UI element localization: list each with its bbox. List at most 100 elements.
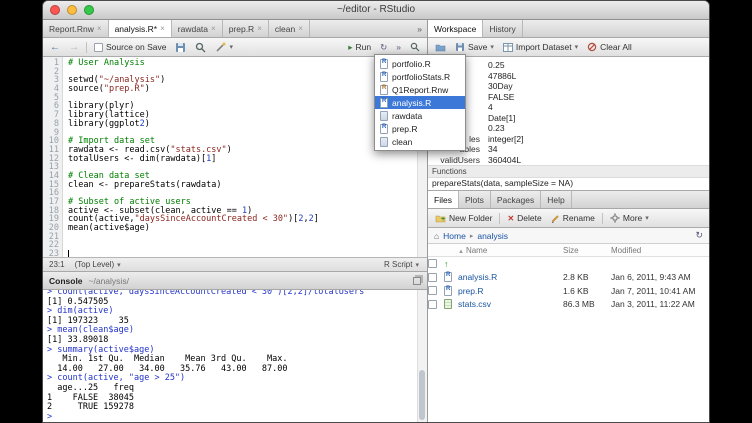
- close-tab-icon[interactable]: ×: [211, 24, 216, 33]
- workspace-row[interactable]: 30Day: [428, 81, 709, 92]
- tab-label: analysis.R*: [115, 24, 158, 34]
- breadcrumb-current[interactable]: analysis: [477, 231, 508, 241]
- zoom-button[interactable]: [84, 5, 94, 15]
- workspace-row[interactable]: 4: [428, 102, 709, 113]
- clear-all-label: Clear All: [600, 42, 632, 52]
- workspace-row[interactable]: FALSE: [428, 92, 709, 103]
- console-header[interactable]: Console ~/analysis/: [43, 271, 427, 290]
- workspace-row[interactable]: 0.25: [428, 60, 709, 71]
- tab-workspace[interactable]: Workspace: [428, 20, 483, 37]
- scrollbar-thumb[interactable]: [419, 370, 425, 420]
- tab-help[interactable]: Help: [541, 191, 571, 208]
- magic-wand-icon: [215, 42, 226, 53]
- run-button[interactable]: ▸ Run: [346, 41, 373, 54]
- function-entry[interactable]: prepareStats(data, sampleSize = NA): [428, 178, 709, 189]
- titlebar[interactable]: ~/editor - RStudio: [43, 1, 709, 20]
- clear-all-button[interactable]: Clear All: [585, 41, 634, 53]
- code-line[interactable]: [68, 250, 427, 257]
- row-checkbox[interactable]: [428, 273, 437, 282]
- tab-plots[interactable]: Plots: [459, 191, 491, 208]
- search-tabs-button[interactable]: [408, 41, 422, 53]
- save-button[interactable]: [173, 41, 188, 54]
- back-button[interactable]: ←: [48, 41, 62, 54]
- more-button[interactable]: More ▾: [608, 212, 651, 224]
- file-row[interactable]: analysis.R2.8 KBJan 6, 2011, 9:43 AM: [428, 271, 709, 285]
- code-line[interactable]: mean(active$age): [68, 224, 427, 233]
- close-tab-icon[interactable]: ×: [97, 24, 102, 33]
- console-pane[interactable]: > count(active,"daysSinceAccountCreated …: [43, 290, 427, 423]
- row-checkbox[interactable]: [428, 300, 437, 309]
- doc-type-selector[interactable]: R Script ▾: [382, 259, 421, 270]
- minimize-button[interactable]: [67, 5, 77, 15]
- r-file-icon: [380, 124, 388, 134]
- import-dataset-button[interactable]: Import Dataset ▾: [501, 41, 580, 53]
- popup-item-portfoliostats-r[interactable]: portfolioStats.R: [375, 70, 465, 83]
- code-tools-button[interactable]: ▾: [213, 41, 235, 54]
- col-size[interactable]: Size: [563, 246, 611, 255]
- code-line[interactable]: clean <- prepareStats(rawdata): [68, 181, 427, 190]
- up-directory-icon[interactable]: ↑: [444, 259, 458, 269]
- workspace-row[interactable]: 0.23: [428, 123, 709, 134]
- tab-clean[interactable]: clean×: [269, 20, 310, 37]
- code-line[interactable]: totalUsers <- dim(rawdata)[1]: [68, 155, 427, 164]
- source-on-save-checkbox[interactable]: Source on Save: [92, 41, 168, 53]
- col-modified[interactable]: Modified: [611, 246, 709, 255]
- popup-item-clean[interactable]: clean: [375, 135, 465, 148]
- tab-report-rnw[interactable]: Report.Rnw×: [43, 20, 109, 37]
- forward-button[interactable]: →: [67, 41, 81, 54]
- file-row[interactable]: ↑: [428, 257, 709, 271]
- load-workspace-button[interactable]: [433, 41, 448, 53]
- popup-item-portfolio-r[interactable]: portfolio.R: [375, 57, 465, 70]
- file-name[interactable]: stats.csv: [458, 299, 563, 309]
- file-name[interactable]: prep.R: [458, 286, 563, 296]
- tab-overflow-button[interactable]: »: [412, 20, 427, 37]
- file-row[interactable]: stats.csv86.3 MBJan 3, 2011, 11:22 AM: [428, 298, 709, 312]
- workspace-row[interactable]: ables34: [428, 144, 709, 155]
- rename-button[interactable]: Rename: [549, 212, 597, 224]
- code-editor[interactable]: 1234567891011121314151617181920212223 # …: [43, 57, 427, 257]
- close-tab-icon[interactable]: ×: [257, 24, 262, 33]
- code-line[interactable]: [68, 233, 427, 242]
- breadcrumb-home[interactable]: Home: [443, 231, 466, 241]
- row-checkbox[interactable]: [428, 286, 437, 295]
- code-area[interactable]: # User Analysissetwd("~/analysis")source…: [63, 57, 427, 257]
- workspace-toolbar: Save ▾ Import Dataset ▾ Clear All: [428, 38, 709, 57]
- console-scrollbar[interactable]: [417, 290, 427, 423]
- popup-item-prep-r[interactable]: prep.R: [375, 122, 465, 135]
- rerun-button[interactable]: ↻: [378, 41, 389, 54]
- tab-files[interactable]: Files: [428, 191, 459, 208]
- maximize-pane-icon[interactable]: [413, 277, 421, 285]
- row-checkbox[interactable]: [428, 259, 437, 268]
- workspace-row[interactable]: 47886L: [428, 71, 709, 82]
- file-row[interactable]: prep.R1.6 KBJan 7, 2011, 10:41 AM: [428, 284, 709, 298]
- file-name[interactable]: analysis.R: [458, 272, 563, 282]
- popup-item-analysis-r[interactable]: analysis.R: [375, 96, 465, 109]
- tab-packages[interactable]: Packages: [491, 191, 541, 208]
- tab-prep-r[interactable]: prep.R×: [223, 20, 269, 37]
- tab-rawdata[interactable]: rawdata×: [172, 20, 223, 37]
- popup-item-rawdata[interactable]: rawdata: [375, 109, 465, 122]
- refresh-icon[interactable]: ↻: [695, 230, 703, 241]
- save-workspace-button[interactable]: Save ▾: [453, 41, 496, 53]
- find-button[interactable]: [193, 41, 208, 54]
- tab-label: Report.Rnw: [49, 24, 94, 34]
- close-tab-icon[interactable]: ×: [160, 24, 165, 33]
- code-line[interactable]: [68, 241, 427, 250]
- tab-analysis-r[interactable]: analysis.R*×: [109, 20, 172, 37]
- col-name[interactable]: ▲Name: [458, 246, 563, 255]
- new-folder-button[interactable]: + New Folder: [433, 212, 494, 224]
- workspace-row[interactable]: validUsers360404L: [428, 155, 709, 166]
- home-icon: ⌂: [434, 231, 439, 241]
- workspace-row[interactable]: Date[1]: [428, 113, 709, 124]
- close-button[interactable]: [50, 5, 60, 15]
- scope-selector[interactable]: (Top Level) ▾: [73, 259, 123, 270]
- source-menu-button[interactable]: »: [394, 41, 403, 53]
- close-tab-icon[interactable]: ×: [298, 24, 303, 33]
- workspace-row[interactable]: lesinteger[2]: [428, 134, 709, 145]
- popup-item-q1report-rnw[interactable]: Q1Report.Rnw: [375, 83, 465, 96]
- tab-history[interactable]: History: [483, 20, 522, 37]
- rstudio-window: ~/editor - RStudio Report.Rnw×analysis.R…: [42, 0, 710, 423]
- delete-button[interactable]: ✕ Delete: [505, 212, 543, 224]
- r-file-icon: [380, 59, 388, 69]
- popup-item-label: Q1Report.Rnw: [392, 85, 448, 95]
